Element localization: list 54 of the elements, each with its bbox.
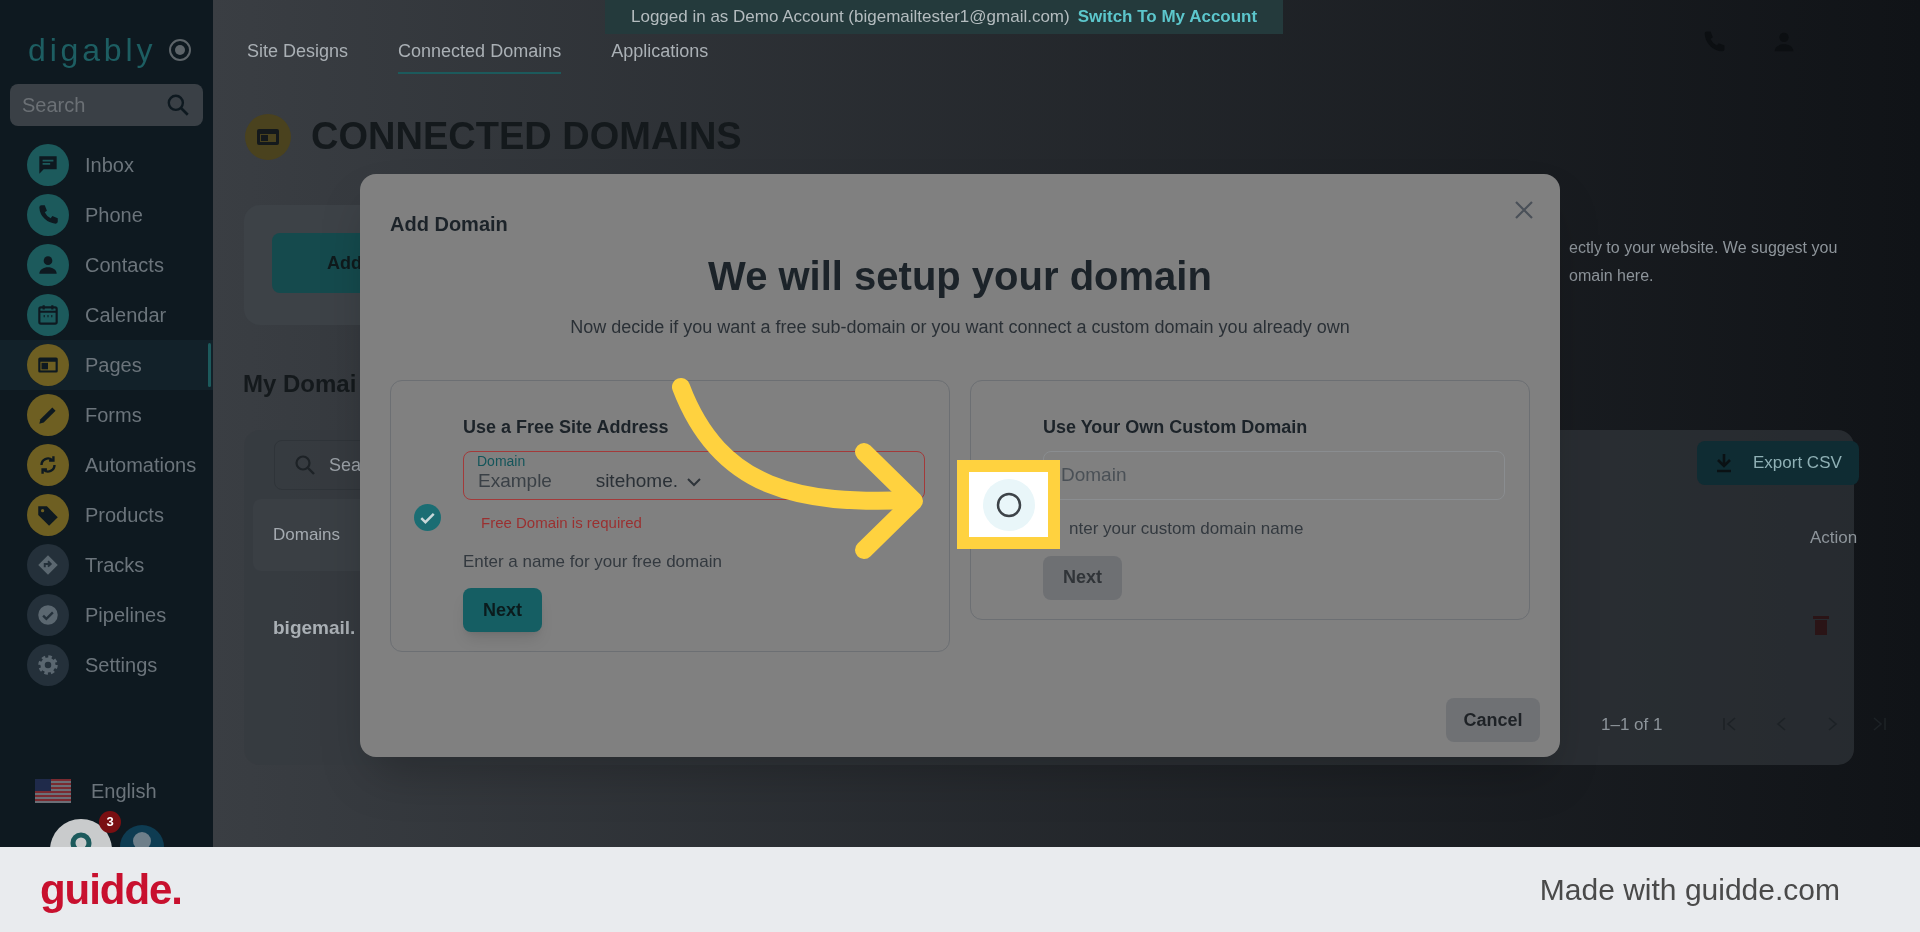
table-cell-text: bigemail. [273,616,356,640]
sidebar-item[interactable]: Tracks [0,540,213,590]
brand-logo: guidde. [40,865,182,915]
dialog-subtitle: Now decide if you want a free sub-domain or you want connect a custom domain you already own [569,316,1351,339]
info-text: ectly to your website. We suggest you [1569,238,1838,258]
tagline: Made with guidde.com [1539,872,1840,908]
target-icon [168,38,193,62]
sidebar-item[interactable]: Pipelines [0,590,213,640]
settings-icon [35,652,61,678]
sidebar-item[interactable]: Products [0,490,213,540]
field-label: Domain [477,454,526,468]
column-header: Action [1810,527,1858,549]
switch-account-link[interactable]: Switch To My Account [1077,4,1258,30]
language-label[interactable]: English [91,776,157,806]
cancel-button[interactable]: Cancel [1446,698,1540,742]
chevron-down-icon[interactable] [686,475,702,488]
sidebar-item[interactable]: Inbox [0,140,213,190]
domain-suffix[interactable]: sitehome. [595,467,678,496]
next-button: Next [1043,555,1122,600]
page-icon [245,113,291,160]
sidebar-item[interactable]: Contacts [0,240,213,290]
logo: digably [28,31,157,70]
next-button[interactable]: Next [463,588,542,632]
dialog-title: Add Domain [390,212,508,237]
domain-field[interactable]: Domain Example sitehome. [463,451,925,500]
option-title: Use Your Own Custom Domain [1043,416,1309,439]
sidebar-item[interactable]: Forms [0,390,213,440]
check-circle-icon [35,602,61,628]
option-title: Use a Free Site Address [463,416,670,439]
check-circle-icon[interactable] [414,504,441,531]
option-card[interactable]: Use a Free Site Address Domain Example sitehome. Free Domain is required Enter a name for your free domain Next [390,380,950,652]
nav-tab[interactable]: Connected Domains [398,30,562,74]
pagination-text: 1–1 of 1 [1601,714,1663,736]
nav-tab[interactable]: Site Designs [247,30,349,74]
download-icon [1715,453,1733,473]
dialog-heading: We will setup your domain [707,253,1213,300]
export-button[interactable]: Export CSV [1697,441,1859,485]
search-icon [293,453,317,477]
sidebar-item[interactable]: Phone [0,190,213,240]
hint-text: Enter a name for your free domain [463,550,723,573]
info-text: omain here. [1569,266,1654,286]
flag-icon [35,779,71,803]
login-banner: Logged in as Demo Account (bigemailtester1@gmail.com) Switch To My Account [605,0,1284,34]
sidebar-item[interactable]: Pages [0,340,213,390]
search-icon [165,92,191,118]
close-icon[interactable] [1514,200,1534,220]
error-text: Free Domain is required [481,513,643,533]
trash-icon[interactable] [1812,614,1830,636]
hint-text: nter your custom domain name [1069,518,1305,540]
sidebar-item[interactable]: Settings [0,640,213,690]
column-header: Domains [273,524,341,547]
sidebar-item[interactable]: Automations [0,440,213,490]
sidebar-item[interactable]: Calendar [0,290,213,340]
calendar-icon [35,302,61,328]
